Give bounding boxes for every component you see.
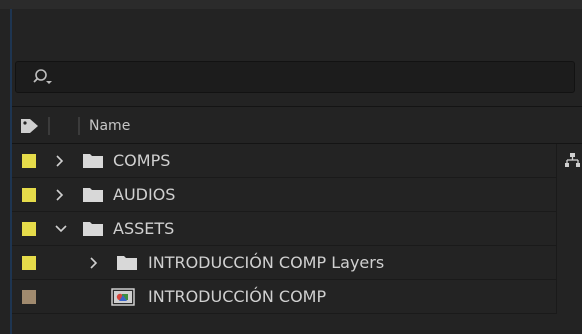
flowchart-icon[interactable] xyxy=(564,152,581,169)
divider xyxy=(12,106,582,107)
project-panel: Name COMPS AUDIOS ASSETS INTRODUCCIÓN CO… xyxy=(0,0,582,334)
panel-footer-space xyxy=(12,314,582,334)
label-color-swatch[interactable] xyxy=(22,222,36,236)
project-item-row[interactable]: AUDIOS xyxy=(12,178,556,212)
search-field[interactable] xyxy=(15,61,575,93)
project-item-name[interactable]: AUDIOS xyxy=(113,185,175,204)
project-item-name[interactable]: INTRODUCCIÓN COMP xyxy=(148,287,326,306)
chevron-right-icon[interactable] xyxy=(88,255,100,271)
project-item-list: COMPS AUDIOS ASSETS INTRODUCCIÓN COMP La… xyxy=(12,144,556,314)
folder-icon xyxy=(82,152,104,169)
composition-icon xyxy=(111,288,135,306)
project-item-row[interactable]: ASSETS xyxy=(12,212,556,246)
label-color-swatch[interactable] xyxy=(22,256,36,270)
label-color-swatch[interactable] xyxy=(22,154,36,168)
project-item-row[interactable]: INTRODUCCIÓN COMP xyxy=(12,280,556,314)
search-icon[interactable] xyxy=(31,68,55,88)
project-item-row[interactable]: INTRODUCCIÓN COMP Layers xyxy=(12,246,556,280)
column-header: Name xyxy=(12,108,582,144)
tag-icon[interactable] xyxy=(19,116,41,136)
folder-icon xyxy=(82,220,104,237)
folder-icon xyxy=(82,186,104,203)
project-item-name[interactable]: ASSETS xyxy=(113,219,174,238)
panel-top-edge xyxy=(0,0,582,9)
label-color-swatch[interactable] xyxy=(22,290,36,304)
folder-icon xyxy=(116,254,138,271)
project-item-row[interactable]: COMPS xyxy=(12,144,556,178)
chevron-down-icon[interactable] xyxy=(54,221,67,237)
column-separator[interactable] xyxy=(78,117,80,135)
column-header-name[interactable]: Name xyxy=(89,118,130,134)
label-color-swatch[interactable] xyxy=(22,188,36,202)
chevron-right-icon[interactable] xyxy=(54,153,66,169)
project-item-name[interactable]: COMPS xyxy=(113,151,170,170)
search-input[interactable] xyxy=(60,67,569,89)
column-separator[interactable] xyxy=(48,117,50,135)
flowchart-column xyxy=(556,144,582,314)
chevron-right-icon[interactable] xyxy=(54,187,66,203)
project-item-name[interactable]: INTRODUCCIÓN COMP Layers xyxy=(148,253,384,272)
